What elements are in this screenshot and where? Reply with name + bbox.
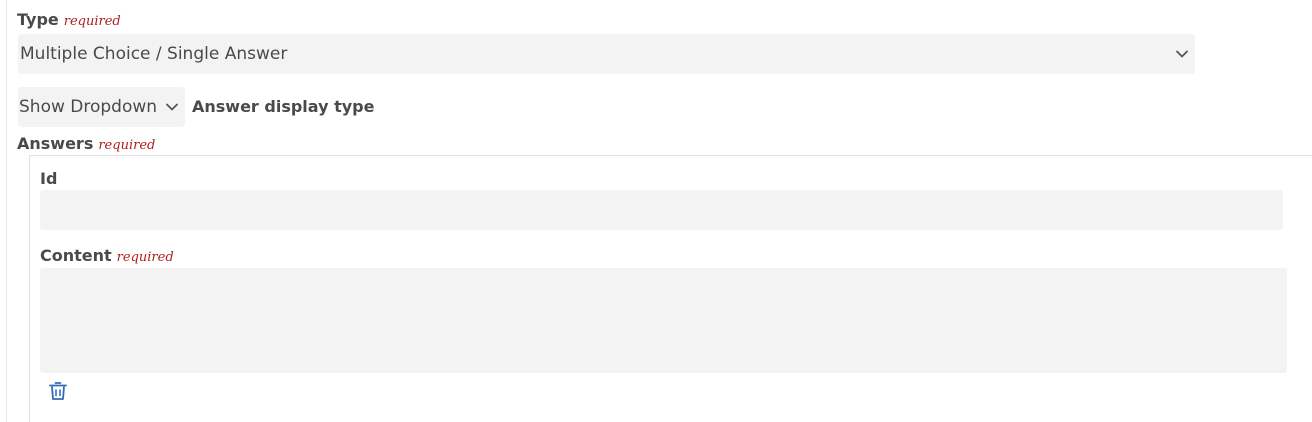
answer-display-type-select[interactable]: Show Dropdown [18,87,185,127]
chevron-down-icon [1176,50,1188,58]
type-label-row: Type required [17,10,121,32]
answer-content-label: Content [40,246,112,265]
answer-id-label: Id [40,169,58,188]
question-editor: Type required Multiple Choice / Single An… [0,0,1312,422]
left-divider [6,0,7,422]
answer-content-textarea[interactable] [40,268,1287,373]
answer-display-type-label: Answer display type [192,97,375,116]
answer-id-input[interactable] [40,190,1283,230]
answers-required-note: required [98,138,156,153]
display-select-value: Show Dropdown [19,97,158,117]
trash-icon[interactable] [47,380,69,402]
type-select[interactable]: Multiple Choice / Single Answer [18,34,1195,74]
type-required-note: required [63,14,121,29]
answers-label-row: Answers required [17,134,155,156]
answer-content-required-note: required [116,250,174,265]
type-label: Type [17,10,59,29]
answers-label: Answers [17,134,94,153]
type-select-value: Multiple Choice / Single Answer [20,44,288,64]
answer-content-label-row: Content required [40,246,174,268]
chevron-down-icon [166,103,178,111]
